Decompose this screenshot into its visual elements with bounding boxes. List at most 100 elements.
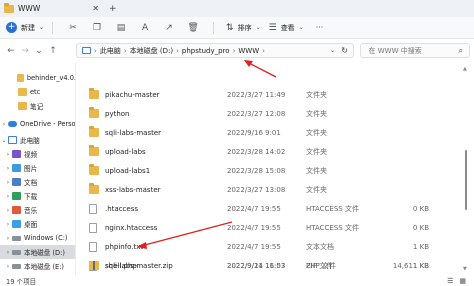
chevron-right-icon[interactable]: › — [4, 179, 12, 186]
cut-icon[interactable]: ✂ — [67, 22, 79, 34]
file-row[interactable]: nginx.htaccess 2022/4/7 19:55 HTACCESS 文… — [77, 218, 472, 237]
file-name: nginx.htaccess — [105, 223, 158, 232]
new-tab-button[interactable]: + — [109, 4, 117, 14]
sidebar-item-etc[interactable]: etc — [0, 85, 75, 99]
file-row[interactable]: upload-labs 2022/3/28 14:02 文件夹 — [77, 142, 472, 161]
refresh-icon[interactable]: ↻ — [341, 46, 348, 55]
file-name: phpinfo.txt — [105, 242, 144, 251]
file-row[interactable]: sqli-labs-master.zip 2022/9/14 16:53 ZIP… — [77, 256, 462, 275]
address-bar[interactable]: › 此电脑 › 本地磁盘 (D:) › phpstudy_pro › WWW ›… — [76, 43, 354, 58]
file-type: 文件夹 — [306, 128, 327, 137]
scrollbar-thumb[interactable] — [465, 150, 467, 210]
recent-locations-button[interactable]: ⌄ — [32, 46, 46, 56]
computer-icon — [82, 47, 91, 54]
music-icon — [12, 206, 21, 214]
sidebar-item-pictures[interactable]: › 图片 — [0, 161, 75, 175]
file-row[interactable]: phpinfo.txt 2022/4/7 19:55 文本文档 1 KB — [77, 237, 472, 256]
breadcrumb-this-pc[interactable]: 此电脑 — [100, 46, 121, 56]
sidebar-item-label: 本地磁盘 (D:) — [24, 249, 65, 257]
drive-icon — [12, 235, 21, 241]
chevron-down-icon[interactable]: ⌄ — [330, 47, 335, 54]
folder-icon — [89, 88, 99, 99]
file-icon — [89, 203, 97, 214]
navigation-pane: behinder_v4.0. etc 笔记 › OneDrive - Perso… — [0, 63, 76, 275]
sidebar-item-label: 下载 — [24, 193, 38, 201]
scroll-down-icon[interactable]: ▼ — [463, 266, 467, 272]
paste-icon[interactable]: ▤ — [115, 22, 127, 34]
rename-icon[interactable]: A — [139, 22, 151, 34]
chevron-right-icon[interactable]: › — [4, 221, 12, 228]
share-icon[interactable]: ↗ — [163, 22, 175, 34]
search-box[interactable]: ⌕ — [360, 43, 470, 58]
file-row[interactable]: upload-labs1 2022/3/28 15:08 文件夹 — [77, 161, 472, 180]
breadcrumb-drive-d[interactable]: 本地磁盘 (D:) — [130, 46, 173, 56]
zip-icon — [89, 261, 99, 270]
sidebar-item-behinder[interactable]: behinder_v4.0. — [0, 71, 75, 85]
file-row[interactable]: xss-labs-master 2022/3/27 13:08 文件夹 — [77, 180, 472, 199]
chevron-down-icon[interactable]: ⌄ — [0, 137, 8, 144]
folder-icon — [4, 2, 14, 13]
chevron-right-icon[interactable]: › — [4, 263, 12, 270]
delete-icon[interactable]: 🗑 — [187, 22, 199, 34]
chevron-right-icon[interactable]: › — [4, 151, 12, 158]
sort-button[interactable]: ⇅ 排序 ⌄ — [226, 23, 261, 33]
chevron-down-icon: ⌄ — [298, 24, 304, 31]
new-button[interactable]: + 新建 ⌄ — [6, 22, 44, 33]
chevron-right-icon[interactable]: › — [0, 121, 8, 128]
sidebar-item-downloads[interactable]: › 下载 — [0, 189, 75, 203]
file-date: 2022/4/7 19:55 — [227, 223, 281, 232]
document-icon — [12, 178, 21, 186]
close-tab-button[interactable]: ✕ — [92, 4, 99, 13]
file-date: 2022/3/28 14:02 — [227, 147, 286, 156]
chevron-right-icon[interactable]: › — [4, 249, 12, 256]
view-icon: ☰ — [268, 22, 277, 33]
sidebar-item-videos[interactable]: › 视频 — [0, 147, 75, 161]
breadcrumb-separator: › — [262, 46, 265, 55]
sidebar-item-desktop[interactable]: › 桌面 — [0, 217, 75, 231]
search-input[interactable] — [368, 46, 459, 55]
chevron-down-icon: ⌄ — [255, 24, 261, 31]
view-button[interactable]: ☰ 查看 ⌄ — [269, 23, 304, 33]
chevron-right-icon[interactable]: › — [4, 207, 12, 214]
sidebar-item-music[interactable]: › 音乐 — [0, 203, 75, 217]
sidebar-item-drive-e[interactable]: › 本地磁盘 (E:) — [0, 259, 75, 273]
vertical-scrollbar[interactable]: ▲ ▼ — [463, 66, 469, 272]
file-row[interactable]: python 2022/3/27 12:08 文件夹 — [77, 104, 472, 123]
sidebar-item-notes[interactable]: 笔记 — [0, 99, 75, 113]
sidebar-item-documents[interactable]: › 文档 — [0, 175, 75, 189]
sidebar-item-label: 笔记 — [30, 103, 44, 111]
file-size: 0 KB — [412, 204, 429, 213]
tiles-view-icon[interactable]: ▦ — [459, 277, 466, 285]
cloud-icon — [8, 121, 17, 127]
back-button[interactable]: ← — [4, 46, 18, 56]
computer-icon — [8, 136, 17, 144]
breadcrumb-phpstudy[interactable]: phpstudy_pro — [182, 47, 230, 55]
details-view-icon[interactable]: ☰ — [447, 277, 453, 285]
sidebar-item-drive-c[interactable]: › Windows (C:) — [0, 231, 75, 245]
file-date: 2022/9/14 16:53 — [227, 261, 286, 270]
file-type: ZIP 文件 — [306, 261, 334, 270]
up-button[interactable]: ↑ — [46, 46, 60, 56]
file-type: 文件夹 — [306, 147, 327, 156]
sidebar-item-label: 本地磁盘 (E:) — [24, 263, 65, 271]
file-row[interactable]: pikachu-master 2022/3/27 11:49 文件夹 — [77, 85, 472, 104]
file-row[interactable]: sqli-labs-master 2022/9/16 9:01 文件夹 — [77, 123, 472, 142]
file-date: 2022/3/27 12:08 — [227, 109, 286, 118]
sidebar-item-drive-d[interactable]: › 本地磁盘 (D:) — [0, 245, 75, 259]
more-options-button[interactable]: ··· — [316, 23, 324, 32]
sidebar-item-this-pc[interactable]: ⌄ 此电脑 — [0, 133, 75, 147]
download-icon — [12, 192, 21, 200]
copy-icon[interactable]: ❐ — [91, 22, 103, 34]
drive-icon — [12, 249, 21, 255]
forward-button[interactable]: → — [18, 46, 32, 56]
sidebar-item-label: 图片 — [24, 165, 38, 173]
sidebar-item-onedrive[interactable]: › OneDrive - Perso — [0, 117, 75, 131]
chevron-right-icon[interactable]: › — [4, 235, 12, 242]
command-bar: + 新建 ⌄ ✂ ❐ ▤ A ↗ 🗑 ⇅ 排序 ⌄ ☰ 查看 ⌄ ··· — [0, 17, 474, 39]
breadcrumb-www[interactable]: WWW — [238, 47, 259, 55]
scroll-up-icon[interactable]: ▲ — [463, 66, 467, 72]
file-row[interactable]: .htaccess 2022/4/7 19:55 HTACCESS 文件 0 K… — [77, 199, 472, 218]
chevron-right-icon[interactable]: › — [4, 193, 12, 200]
picture-icon — [12, 164, 21, 172]
chevron-right-icon[interactable]: › — [4, 165, 12, 172]
